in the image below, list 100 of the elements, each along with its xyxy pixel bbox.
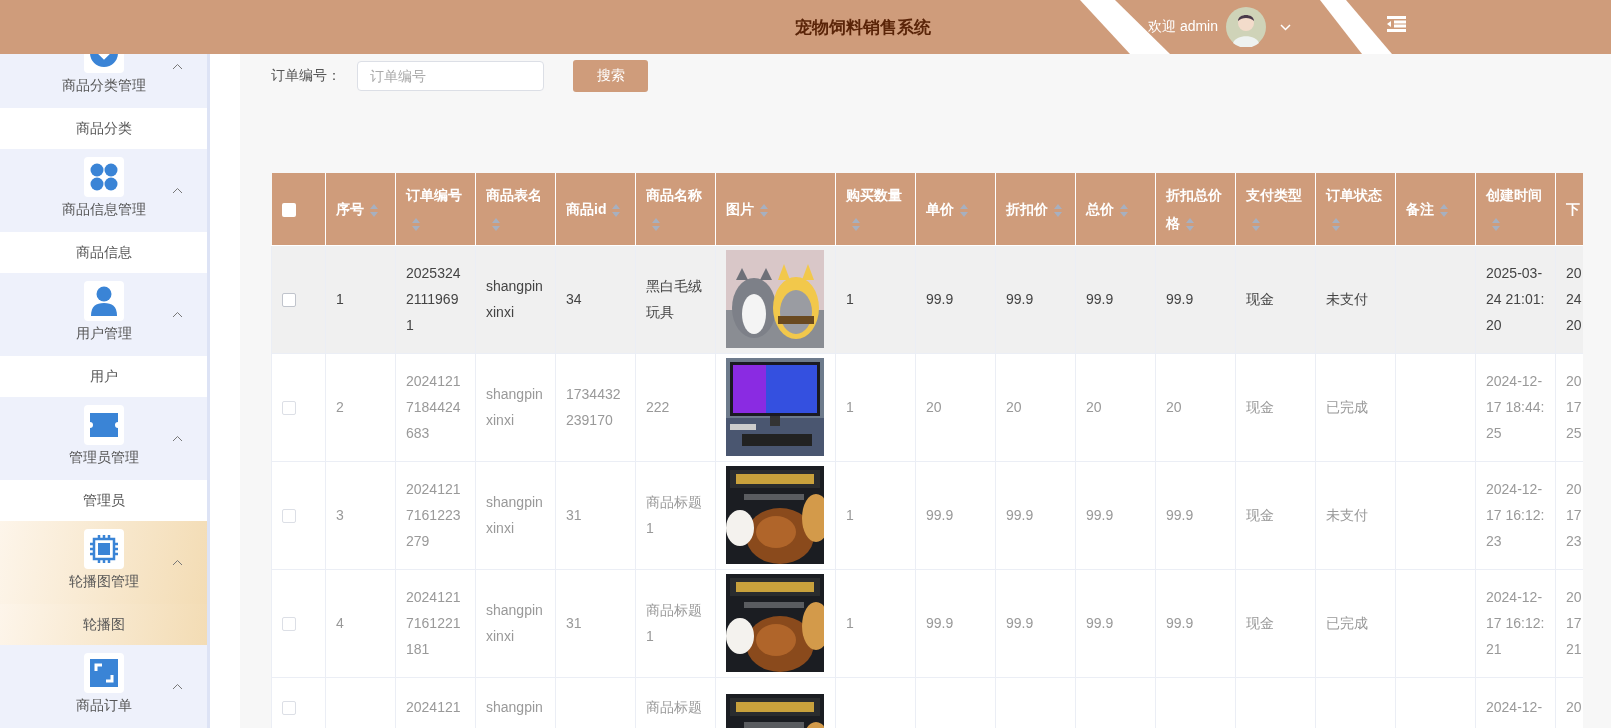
table-cell: 99.9: [1075, 245, 1156, 353]
sort-icon[interactable]: [1332, 217, 1340, 231]
table-cell: 20241217161223279: [395, 461, 476, 569]
sort-icon[interactable]: [760, 203, 768, 217]
table-cell: shangpinxinxi: [475, 569, 556, 677]
table-cell: 20: [1075, 353, 1156, 461]
table-cell: shangpinxinxi: [475, 245, 556, 353]
row-checkbox[interactable]: [282, 293, 296, 308]
table-cell: 现金: [1235, 353, 1316, 461]
sidebar-group[interactable]: 轮播图管理: [0, 521, 207, 604]
column-header[interactable]: 图片: [715, 173, 836, 245]
table-cell: shangpinxinxi: [475, 461, 556, 569]
chevron-down-icon[interactable]: [1280, 23, 1292, 31]
sidebar-group[interactable]: 商品订单: [0, 645, 207, 728]
table-cell: 20241217161221181: [395, 569, 476, 677]
search-button[interactable]: 搜索: [573, 60, 648, 92]
table-cell: 34: [555, 245, 636, 353]
column-header[interactable]: 序号: [325, 173, 396, 245]
table-cell: 99.9: [1075, 461, 1156, 569]
table-cell: 未支付: [1315, 461, 1396, 569]
ticket-icon: [89, 413, 118, 437]
table-cell: 20241217184424683: [395, 353, 476, 461]
column-header[interactable]: 单价: [915, 173, 996, 245]
sidebar-group[interactable]: 管理员管理: [0, 397, 207, 480]
table-cell: 20 17 25: [1555, 353, 1583, 461]
caret-up-icon[interactable]: [172, 187, 183, 194]
caret-up-icon[interactable]: [172, 435, 183, 442]
column-header[interactable]: 支付类型: [1235, 173, 1316, 245]
caret-up-icon[interactable]: [172, 63, 183, 70]
row-checkbox[interactable]: [282, 617, 296, 632]
column-header[interactable]: 创建时间: [1475, 173, 1556, 245]
table-cell: 202532421119691: [395, 245, 476, 353]
table-cell: 2024-12-17 16:12:21: [1475, 569, 1556, 677]
sort-icon[interactable]: [1054, 203, 1062, 217]
sort-icon[interactable]: [370, 203, 378, 217]
table-cell: 1734432239170: [555, 353, 636, 461]
field-label: 订单编号：: [271, 67, 341, 85]
column-header[interactable]: 订单编号: [395, 173, 476, 245]
chip-icon: [89, 535, 118, 563]
column-header[interactable]: 商品表名: [475, 173, 556, 245]
sort-icon[interactable]: [1120, 203, 1128, 217]
sort-icon[interactable]: [960, 203, 968, 217]
table-cell: 20: [915, 353, 996, 461]
sort-icon[interactable]: [492, 217, 500, 231]
column-header[interactable]: 下: [1555, 173, 1583, 245]
sort-icon[interactable]: [1252, 217, 1260, 231]
sidebar-group[interactable]: 用户管理: [0, 273, 207, 356]
order-number-field[interactable]: 订单编号: [357, 61, 544, 91]
table-cell: 99.9: [1155, 569, 1236, 677]
sort-icon[interactable]: [852, 217, 860, 231]
user-icon: [89, 286, 118, 316]
table-cell: 99.9: [1155, 461, 1236, 569]
table-cell: 20 17 21: [1555, 569, 1583, 677]
avatar-icon[interactable]: [1226, 7, 1267, 47]
table-cell: 3: [325, 461, 396, 569]
table-cell: 1: [325, 245, 396, 353]
table-cell: 现金: [1235, 461, 1316, 569]
column-header[interactable]: 备注: [1395, 173, 1476, 245]
table-cell: 已完成: [1315, 353, 1396, 461]
sort-icon[interactable]: [1186, 217, 1194, 231]
table-cell: 商品标题: [635, 677, 716, 728]
column-header[interactable]: 商品名称: [635, 173, 716, 245]
table-cell: 1: [835, 245, 916, 353]
table-cell: 2: [325, 353, 396, 461]
sidebar-group[interactable]: 商品分类管理: [0, 54, 207, 108]
caret-up-icon[interactable]: [172, 311, 183, 318]
table-cell: 已完成: [1315, 569, 1396, 677]
sort-icon[interactable]: [1440, 203, 1448, 217]
sidebar-item[interactable]: 轮播图: [0, 604, 207, 645]
row-checkbox[interactable]: [282, 700, 296, 715]
table-cell: 99.9: [995, 569, 1076, 677]
row-checkbox[interactable]: [282, 509, 296, 524]
table-cell: 20: [1155, 353, 1236, 461]
column-header[interactable]: 折扣总价格: [1155, 173, 1236, 245]
caret-up-icon[interactable]: [172, 559, 183, 566]
row-checkbox[interactable]: [282, 401, 296, 416]
table-cell: 黑白毛绒玩具: [635, 245, 716, 353]
sort-icon[interactable]: [1492, 217, 1500, 231]
sort-icon[interactable]: [612, 203, 621, 217]
table-cell: 1: [835, 461, 916, 569]
column-header[interactable]: 订单状态: [1315, 173, 1396, 245]
table-cell: 4: [325, 569, 396, 677]
grid-icon: [88, 162, 119, 192]
column-header[interactable]: 折扣价: [995, 173, 1076, 245]
table-cell: 20 17 23: [1555, 461, 1583, 569]
table-cell: 31: [555, 569, 636, 677]
caret-up-icon[interactable]: [172, 683, 183, 690]
column-header[interactable]: 购买数量: [835, 173, 916, 245]
sort-icon[interactable]: [652, 217, 660, 231]
table-cell: 2024121: [395, 677, 476, 728]
column-header[interactable]: 商品id: [555, 173, 636, 245]
column-header[interactable]: 总价: [1075, 173, 1156, 245]
table-cell: 31: [555, 461, 636, 569]
table-cell: 99.9: [995, 461, 1076, 569]
select-all-checkbox[interactable]: [281, 203, 296, 218]
sort-icon[interactable]: [412, 217, 420, 231]
menu-icon[interactable]: [1387, 16, 1407, 32]
table-cell: shangpinxinxi: [475, 353, 556, 461]
sidebar-group[interactable]: 商品信息管理: [0, 149, 207, 232]
table-cell: 未支付: [1315, 245, 1396, 353]
